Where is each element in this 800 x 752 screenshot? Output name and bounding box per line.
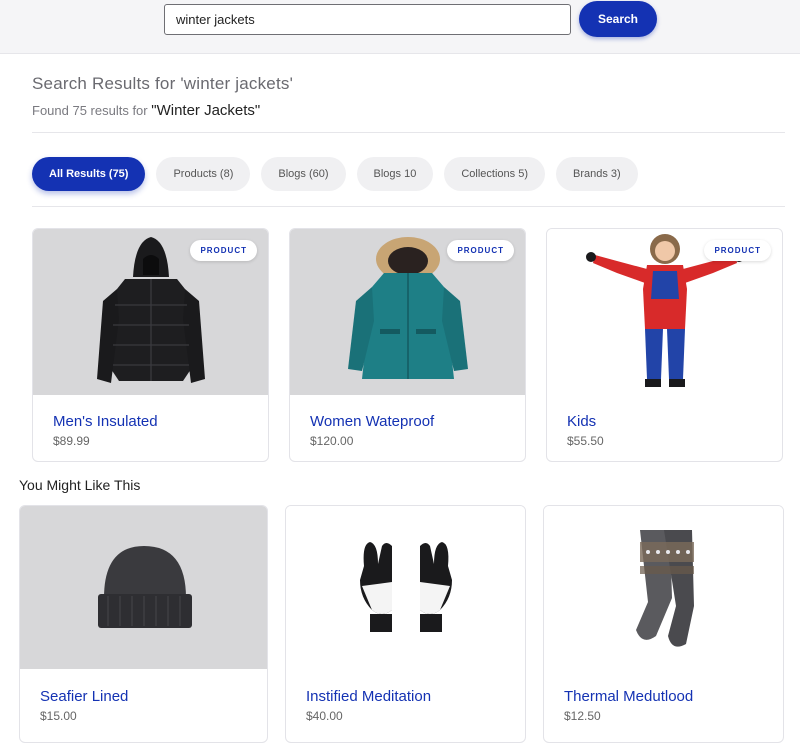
filter-brands[interactable]: Brands 3)	[555, 157, 638, 191]
search-header: Search	[0, 0, 800, 54]
beanie-hat-icon	[98, 546, 192, 628]
product-card[interactable]: PRODUCT Men's Insulated $89.99	[32, 228, 269, 462]
product-price: $55.50	[567, 434, 604, 448]
results-summary: Found 75 results for "Winter Jackets"	[32, 102, 260, 119]
product-price: $40.00	[306, 709, 343, 723]
filter-all-results[interactable]: All Results (75)	[32, 157, 146, 191]
filter-collections[interactable]: Collections 5)	[444, 157, 545, 191]
product-image: PRODUCT	[33, 229, 268, 395]
product-image	[20, 506, 267, 669]
search-button[interactable]: Search	[579, 1, 657, 37]
recommendations-title: You Might Like This	[19, 477, 141, 493]
product-title[interactable]: Women Wateproof	[310, 413, 434, 430]
winter-gloves-icon	[360, 542, 452, 632]
product-image: PRODUCT	[290, 229, 525, 395]
results-title: Search Results for 'winter jackets'	[32, 74, 294, 93]
filter-blogs[interactable]: Blogs (60)	[261, 157, 346, 191]
divider	[32, 206, 785, 207]
filter-blogs-2[interactable]: Blogs 10	[356, 157, 434, 191]
filter-products[interactable]: Products (8)	[156, 157, 251, 191]
product-price: $15.00	[40, 709, 77, 723]
product-price: $12.50	[564, 709, 601, 723]
product-title[interactable]: Instified Meditation	[306, 688, 431, 705]
product-card[interactable]: PRODUCT Women Wateproof $120.00	[289, 228, 526, 462]
product-badge: PRODUCT	[447, 240, 514, 261]
product-title[interactable]: Seafier Lined	[40, 688, 128, 705]
product-badge: PRODUCT	[190, 240, 257, 261]
product-title[interactable]: Thermal Medutlood	[564, 688, 693, 705]
filter-tabs: All Results (75) Products (8) Blogs (60)…	[32, 157, 638, 191]
recommendation-card[interactable]: Seafier Lined $15.00	[19, 505, 268, 743]
product-image: PRODUCT	[547, 229, 782, 395]
product-title[interactable]: Kids	[567, 413, 596, 430]
product-title[interactable]: Men's Insulated	[53, 413, 158, 430]
product-price: $89.99	[53, 434, 90, 448]
product-price: $120.00	[310, 434, 354, 448]
search-input[interactable]	[164, 4, 571, 35]
recommendation-card[interactable]: Instified Meditation $40.00	[285, 505, 526, 743]
wool-socks-icon	[636, 530, 694, 647]
product-card[interactable]: PRODUCT Kids $55.50	[546, 228, 783, 462]
product-image	[286, 506, 525, 669]
product-image	[544, 506, 783, 669]
results-query-text: "Winter Jackets"	[151, 102, 261, 119]
product-badge: PRODUCT	[704, 240, 771, 261]
divider	[32, 132, 785, 133]
recommendation-card[interactable]: Thermal Medutlood $12.50	[543, 505, 784, 743]
results-count-text: Found 75 results for	[32, 103, 148, 118]
